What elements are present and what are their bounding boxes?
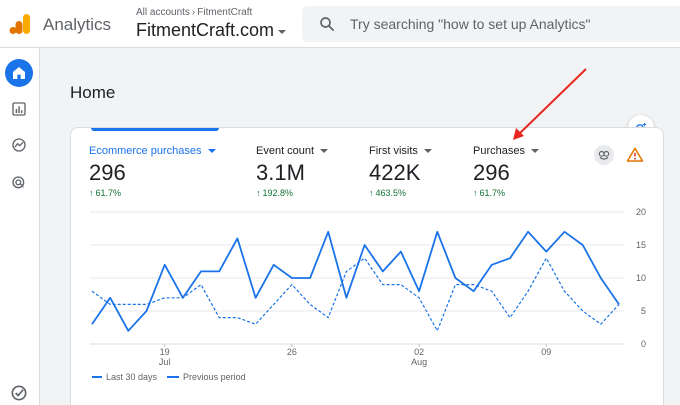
metric-tab-first-visits[interactable]: First visits 422K ↑ 463.5% [369, 145, 432, 198]
metric-change-text: 463.5% [375, 188, 407, 198]
x-tick-label: 02 [414, 347, 424, 357]
search-icon [320, 17, 334, 31]
user-avatar-icon[interactable] [594, 145, 614, 165]
caret-down-icon [207, 149, 216, 153]
caret-down-icon [530, 149, 539, 153]
x-tick-month-label: Jul [159, 357, 171, 367]
metric-value: 296 [89, 160, 126, 185]
metric-label-text: Event count [256, 145, 315, 157]
metric-label-text: Purchases [473, 145, 525, 157]
legend-item-previous-period[interactable]: Previous period [167, 372, 246, 382]
arrow-up-icon: ↑ [369, 188, 374, 198]
sidebar-item-explore[interactable] [8, 134, 30, 156]
property-name[interactable]: FitmentCraft.com [136, 20, 287, 41]
bar-chart-icon [12, 102, 26, 116]
trend-chart: 0 5 10 15 20 19Jul 26 02Aug 09 [90, 207, 646, 367]
top-bar: Analytics All accounts › FitmentCraft Fi… [0, 0, 680, 48]
app-title: Analytics [43, 15, 112, 34]
metric-label-text: First visits [369, 145, 418, 157]
x-tick-label: 09 [541, 347, 551, 357]
legend-item-last-30-days[interactable]: Last 30 days [92, 372, 157, 382]
legend-dashed-line [167, 376, 180, 378]
metric-change-text: 61.7% [479, 188, 506, 198]
analytics-logo-icon[interactable] [8, 12, 32, 36]
sidebar-item-home[interactable] [5, 59, 33, 87]
metric-label: Event count [256, 145, 329, 157]
metric-change: ↑ 61.7% [473, 188, 539, 198]
caret-down-icon [423, 149, 432, 153]
caret-down-icon [320, 149, 329, 153]
sidebar [0, 48, 40, 405]
search-placeholder: Try searching "how to set up Analytics" [350, 16, 591, 32]
metric-change: ↑ 192.8% [256, 188, 328, 198]
chart-legend: Last 30 days Previous period [92, 372, 256, 382]
x-tick-month-label: Aug [411, 357, 427, 367]
account-selector[interactable]: All accounts › FitmentCraft FitmentCraft… [136, 7, 287, 41]
metric-label: Purchases [473, 145, 539, 157]
metric-label-text: Ecommerce purchases [89, 145, 202, 157]
page-title: Home [70, 83, 116, 102]
breadcrumb-account: FitmentCraft [197, 7, 253, 18]
y-tick-label: 10 [636, 273, 646, 283]
legend-label: Last 30 days [106, 372, 158, 382]
explore-icon [12, 138, 26, 152]
warning-icon[interactable] [626, 146, 644, 164]
arrow-up-icon: ↑ [89, 188, 94, 198]
metric-change: ↑ 463.5% [369, 188, 432, 198]
metric-change-text: 61.7% [95, 188, 122, 198]
target-icon [12, 176, 25, 189]
metric-value: 3.1M [256, 160, 305, 185]
home-icon [13, 67, 25, 79]
chevron-right-icon: › [191, 7, 196, 18]
legend-label: Previous period [183, 372, 246, 382]
y-tick-label: 0 [641, 339, 646, 349]
y-tick-label: 15 [636, 240, 646, 250]
y-tick-label: 20 [636, 207, 646, 217]
admin-check-icon[interactable] [9, 383, 29, 403]
metric-label: Ecommerce purchases [89, 145, 216, 157]
search-bar[interactable]: Try searching "how to set up Analytics" [302, 6, 680, 42]
x-tick-label: 19 [160, 347, 170, 357]
y-tick-label: 5 [641, 306, 646, 316]
metric-value: 422K [369, 160, 421, 185]
legend-solid-line [92, 376, 102, 378]
caret-down-icon [278, 29, 287, 34]
series-line-last-30-days [91, 230, 620, 332]
metric-label: First visits [369, 145, 432, 157]
breadcrumb-all-accounts: All accounts [136, 7, 190, 18]
arrow-up-icon: ↑ [473, 188, 478, 198]
sidebar-item-advertising[interactable] [8, 172, 30, 194]
metric-tab-ecommerce-purchases[interactable]: Ecommerce purchases 296 ↑ 61.7% [89, 145, 216, 198]
breadcrumb: All accounts › FitmentCraft [136, 7, 286, 18]
owl-icon [598, 150, 610, 160]
arrow-up-icon: ↑ [256, 188, 261, 198]
metric-tab-purchases[interactable]: Purchases 296 ↑ 61.7% [473, 145, 539, 198]
metric-change-text: 192.8% [262, 188, 294, 198]
metric-change: ↑ 61.7% [89, 188, 216, 198]
metric-value: 296 [473, 160, 510, 185]
sidebar-item-reports[interactable] [8, 98, 30, 120]
property-label: FitmentCraft.com [136, 20, 275, 40]
x-tick-label: 26 [287, 347, 297, 357]
active-metric-indicator [91, 128, 219, 131]
metric-tab-event-count[interactable]: Event count 3.1M ↑ 192.8% [256, 145, 329, 198]
